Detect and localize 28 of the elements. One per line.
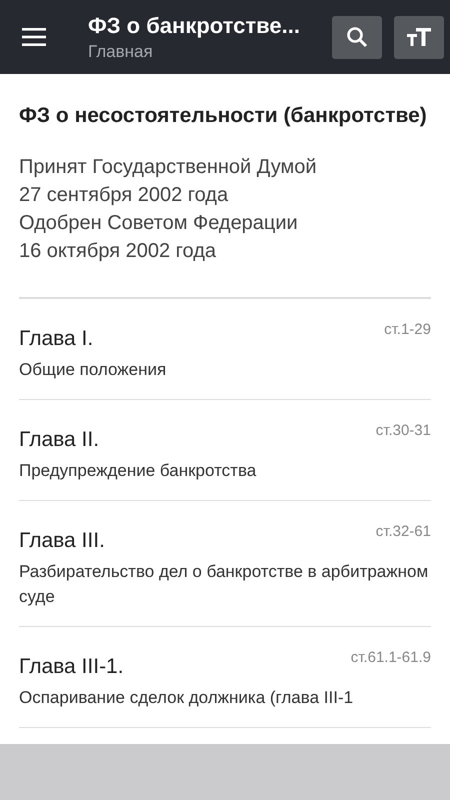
- app-subtitle: Главная: [88, 42, 154, 62]
- adoption-line: Принят Государственной Думой: [19, 155, 318, 180]
- text-size-button[interactable]: [394, 16, 444, 58]
- search-icon: [346, 26, 368, 48]
- article-range: ст.32-61: [376, 523, 431, 540]
- adoption-line: 27 сентября 2002 года: [19, 183, 230, 208]
- adoption-line: Одобрен Советом Федерации: [19, 211, 299, 236]
- chapter-name: Глава I.: [19, 327, 94, 351]
- article-range: ст.30-31: [376, 422, 431, 439]
- chapter-description: Разбирательство дел о банкротстве в арбитражном суде: [19, 561, 430, 608]
- article-range: ст.1-29: [384, 321, 431, 338]
- chapter-name: Глава III-1.: [19, 655, 124, 679]
- adoption-line: 16 октября 2002 года: [19, 239, 218, 264]
- chapter-description: Оспаривание сделок должника (глава III-1: [19, 687, 354, 709]
- chapter-name: Глава III.: [19, 529, 105, 553]
- chapter-description: Предупреждение банкротства: [19, 460, 258, 482]
- chapter-item[interactable]: Глава I. ст.1-29 Общие положения: [19, 299, 431, 400]
- chapter-description: Общие положения: [19, 359, 168, 381]
- chapter-name: Глава II.: [19, 428, 100, 452]
- article-range: ст.61.1-61.9: [350, 649, 431, 666]
- chapter-item[interactable]: Глава II. ст.30-31 Предупреждение банкротства: [19, 400, 431, 501]
- menu-icon: [22, 28, 46, 46]
- chapter-item[interactable]: Глава III-1. ст.61.1-61.9 Оспаривание сделок должника (глава III-1: [19, 627, 431, 728]
- search-button[interactable]: [332, 16, 382, 58]
- document-title: ФЗ о несостоятельности (банкротстве): [19, 103, 428, 129]
- app-title: ФЗ о банкротстве...: [88, 12, 301, 38]
- text-size-icon: [407, 27, 431, 47]
- chapter-item[interactable]: Глава III. ст.32-61 Разбирательство дел о банкротстве в арбитражном суде: [19, 501, 431, 627]
